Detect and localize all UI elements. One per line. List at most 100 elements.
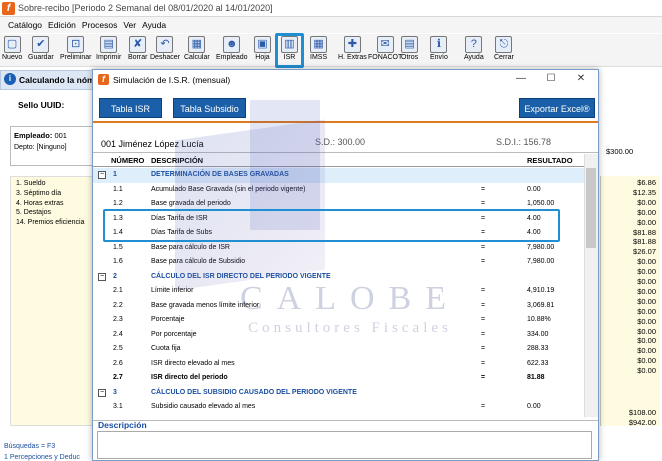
row-result: 622.33 (527, 359, 549, 367)
concept-item[interactable]: 3. Séptimo día (16, 190, 61, 197)
row-result: 81.88 (527, 374, 545, 381)
toolbar-ayuda-button[interactable]: ? Ayuda (464, 36, 484, 61)
toolbar-borrar-button[interactable]: ✘ Borrar (128, 36, 147, 61)
amount-value: $12.35 (633, 187, 656, 197)
tabla-isr-button[interactable]: Tabla ISR (99, 98, 162, 118)
collapse-icon[interactable]: − (98, 388, 106, 397)
collapse-icon[interactable]: − (98, 272, 106, 281)
table-row[interactable]: 3.1 Subsidio causado elevado al mes = 0.00 (93, 400, 584, 415)
toolbar-fonacot-button[interactable]: ✉ FONACOT (368, 36, 402, 61)
minimize-icon[interactable]: — (511, 72, 531, 86)
toolbar-h-extras-button[interactable]: ✚ H. Extras (338, 36, 367, 61)
isr-simulation-dialog: f Simulación de I.S.R. (mensual) — ☐ ✕ T… (92, 69, 599, 461)
tabla-subsidio-button[interactable]: Tabla Subsidio (173, 98, 246, 118)
toolbar-imprimir-button[interactable]: ▤ Imprimir (96, 36, 121, 61)
toolbar-otros-button[interactable]: ▤ Otros (401, 36, 418, 61)
table-row[interactable]: 1.5 Base para cálculo de ISR = 7,980.00 (93, 241, 584, 256)
menu-ver[interactable]: Ver (123, 20, 136, 30)
concept-item[interactable]: 1. Sueldo (16, 180, 46, 187)
table-row[interactable]: 1.1 Acumulado Base Gravada (sin el period… (93, 183, 584, 198)
toolbar-label: Borrar (128, 54, 148, 61)
toolbar-preliminar-button[interactable]: ⊡ Preliminar (60, 36, 92, 61)
table-row[interactable]: 2.3 Porcentaje = 10.88% (93, 313, 584, 328)
toolbar-label: Otros (401, 54, 419, 61)
menu-bar: Catálogo Edición Procesos Ver Ayuda (0, 17, 662, 33)
app-icon: f (2, 2, 15, 15)
toolbar-calcular-button[interactable]: ▦ Calcular (184, 36, 210, 61)
tab-percepciones[interactable]: 1 Percepciones y Deduc (4, 454, 80, 461)
toolbar-guardar-button[interactable]: ✔ Guardar (28, 36, 54, 61)
row-equals: = (481, 330, 486, 338)
amount-value: $0.00 (637, 306, 656, 316)
table-row[interactable]: −2 CÁLCULO DEL ISR DIRECTO DEL PERIODO VI… (93, 270, 584, 285)
maximize-icon[interactable]: ☐ (541, 72, 561, 86)
row-equals: = (481, 185, 486, 193)
toolbar-hoja-button[interactable]: ▣ Hoja (254, 36, 271, 61)
exportar-excel-button[interactable]: Exportar Excel® (519, 98, 595, 118)
toolbar-label: IMSS (310, 54, 328, 61)
table-row[interactable]: 2.7 ISR directo del periodo = 81.88 (93, 371, 584, 386)
amount-value: $0.00 (637, 296, 656, 306)
table-row[interactable]: −1 DETERMINACIÓN DE BASES GRAVADAS (93, 168, 584, 183)
row-result: 10.88% (527, 316, 551, 323)
row-number: 1.2 (113, 200, 123, 207)
row-result: 7,980.00 (527, 258, 555, 265)
total-value: $108.00 (628, 408, 656, 417)
amount-value: $0.00 (637, 346, 656, 356)
collapse-icon[interactable]: − (98, 171, 106, 179)
dialog-app-icon: f (98, 74, 109, 85)
table-row[interactable]: 2.6 ISR directo elevado al mes = 622.33 (93, 357, 584, 372)
row-description: Acumulado Base Gravada (sin el periodo v… (151, 185, 306, 193)
scrollbar-thumb[interactable] (586, 168, 596, 248)
row-number: 2.2 (113, 301, 123, 309)
print-icon: ▤ (100, 36, 118, 53)
concept-item[interactable]: 5. Destajos (16, 209, 51, 216)
col-descripcion[interactable]: DESCRIPCIÓN (151, 156, 203, 165)
table-row[interactable]: 2.5 Cuota fija = 288.33 (93, 342, 584, 357)
row-number: 1.1 (113, 185, 123, 193)
table-row[interactable]: 2.4 Por porcentaje = 334.00 (93, 328, 584, 343)
overtime-icon: ✚ (343, 36, 361, 53)
depto-label: Depto: [Ninguno] (14, 144, 67, 151)
col-resultado[interactable]: RESULTADO (527, 156, 573, 165)
row-number: 3.1 (113, 403, 123, 410)
row-number: 2.4 (113, 330, 123, 338)
row-number: 1 (113, 171, 117, 178)
menu-catalogo[interactable]: Catálogo (8, 20, 42, 30)
table-row[interactable]: 2.1 Límite inferior = 4,910.19 (93, 284, 584, 299)
employee-label[interactable]: Empleado: 001 (14, 131, 67, 140)
amount-value: $0.00 (637, 366, 656, 376)
help-icon: ? (465, 36, 483, 53)
close-icon[interactable]: ✕ (571, 72, 591, 86)
toolbar-cerrar-button[interactable]: ⎋ Cerrar (494, 36, 514, 61)
concept-item[interactable]: 14. Premios eficiencia (16, 219, 84, 226)
toolbar-label: Deshacer (150, 54, 180, 61)
table-row[interactable]: −3 CÁLCULO DEL SUBSIDIO CAUSADO DEL PERIO… (93, 386, 584, 401)
table-row[interactable]: 1.6 Base para cálculo de Subsidio = 7,980.0… (93, 255, 584, 270)
toolbar-empleado-button[interactable]: ☻ Empleado (216, 36, 248, 61)
toolbar-env-o-button[interactable]: ℹ Envío (430, 36, 448, 61)
employee-name: 001 Jiménez López Lucía (101, 139, 204, 149)
grid-header: NÚMERO DESCRIPCIÓN RESULTADO (93, 154, 584, 167)
menu-edicion[interactable]: Edición (48, 20, 76, 30)
preview-icon: ⊡ (67, 36, 85, 53)
calculating-label: Calculando la nómi (19, 75, 97, 85)
menu-procesos[interactable]: Procesos (82, 20, 117, 30)
row-description: Subsidio causado elevado al mes (151, 403, 256, 410)
table-row[interactable]: 2.2 Base gravada menos límite inferior = 3,… (93, 299, 584, 314)
toolbar-deshacer-button[interactable]: ↶ Deshacer (150, 36, 180, 61)
menu-ayuda[interactable]: Ayuda (142, 20, 166, 30)
calc-icon: ▦ (188, 36, 206, 53)
dialog-button-bar: Tabla ISR Tabla Subsidio Exportar Excel® (93, 89, 598, 123)
col-numero[interactable]: NÚMERO (111, 156, 144, 165)
description-box[interactable] (97, 431, 592, 459)
toolbar-label: Nuevo (2, 54, 23, 61)
sello-uuid-label: Sello UUID: (18, 100, 65, 110)
amount-value: $0.00 (637, 197, 656, 207)
toolbar-nuevo-button[interactable]: ▢ Nuevo (2, 36, 22, 61)
amount-value: $6.86 (637, 178, 656, 187)
concept-item[interactable]: 4. Horas extras (16, 200, 63, 207)
amount-value: $0.00 (637, 286, 656, 296)
toolbar-imss-button[interactable]: ▦ IMSS (310, 36, 327, 61)
amount-value: $81.88 (633, 237, 656, 247)
